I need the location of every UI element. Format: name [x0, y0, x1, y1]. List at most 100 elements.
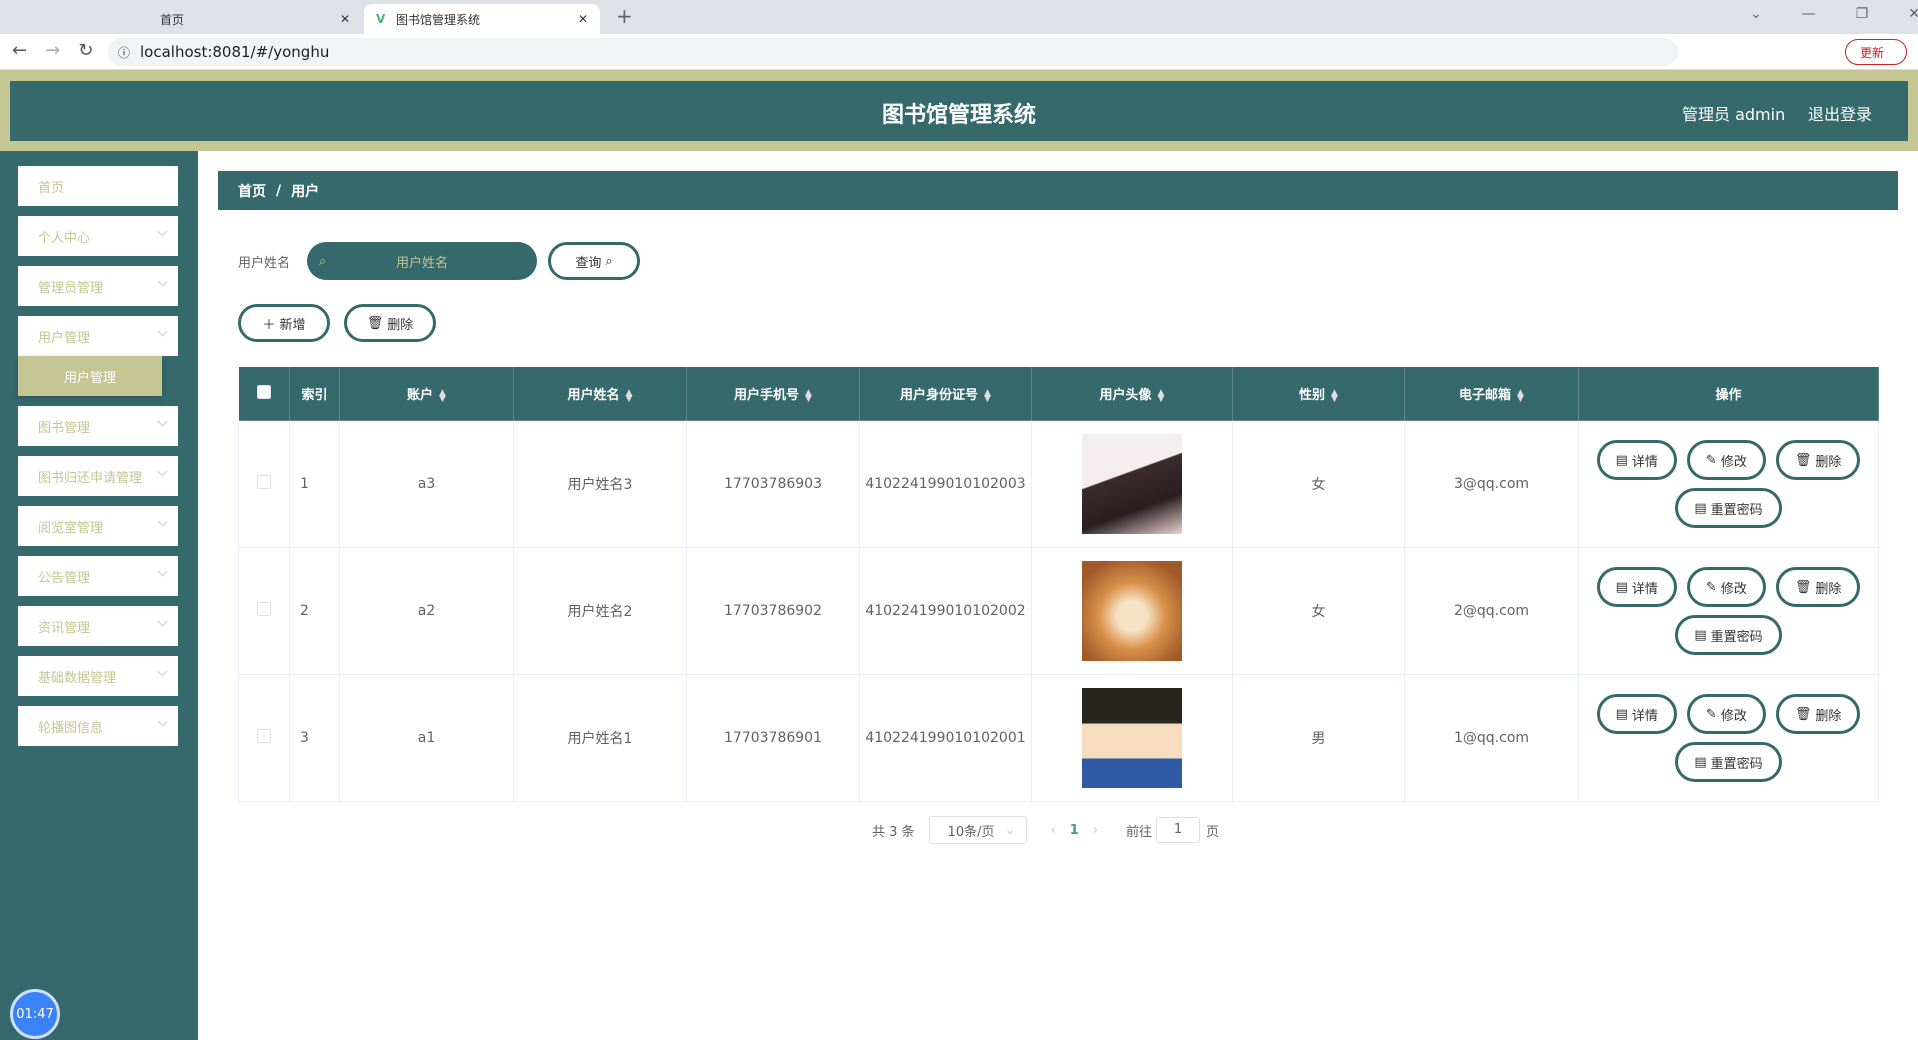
document-icon: ▤ [1694, 627, 1707, 643]
sort-icon: ▲ ▼ [1517, 387, 1524, 404]
cell-account: a3 [339, 420, 514, 548]
cell-index: 2 [289, 547, 340, 675]
col-account[interactable]: 账户 ▲ ▼ [339, 366, 514, 421]
url-input[interactable]: ⓘ localhost:8081/#/yonghu [108, 38, 1678, 66]
prev-page-icon[interactable]: ‹ [1051, 823, 1056, 838]
document-icon: ▤ [1615, 706, 1628, 722]
cell-phone: 17703786901 [686, 674, 860, 802]
cell-phone: 17703786902 [686, 547, 860, 675]
sidebar-item-news[interactable]: 资讯管理 [18, 606, 178, 646]
trash-icon: 🗑 [1794, 452, 1812, 468]
cell-phone: 17703786903 [686, 420, 860, 548]
search-icon: ⌕ [605, 253, 613, 269]
sort-icon: ▲ ▼ [984, 387, 991, 404]
chevron-down-icon [157, 226, 168, 237]
edit-button[interactable]: ✎ 修改 [1686, 440, 1766, 480]
cell-name: 用户姓名3 [513, 420, 687, 548]
col-index: 索引 [289, 366, 340, 421]
plus-icon: ＋ [262, 317, 276, 333]
document-icon: ▤ [1694, 754, 1707, 770]
sidebar-item-reading-room[interactable]: 阅览室管理 [18, 506, 178, 546]
close-icon[interactable]: ✕ [340, 12, 350, 26]
breadcrumb: 首页 / 用户 [218, 171, 1898, 210]
row-delete-button[interactable]: 🗑 删除 [1775, 440, 1861, 480]
sort-icon: ▲ ▼ [1157, 387, 1165, 404]
vue-logo-icon: V [376, 12, 386, 26]
table-row: 1 a3 用户姓名3 17703786903 41022419901010200… [238, 420, 1879, 548]
sidebar-item-books[interactable]: 图书管理 [18, 406, 178, 446]
address-bar: ← → ↻ ⓘ localhost:8081/#/yonghu 更新 [0, 34, 1918, 70]
document-icon: ▤ [1694, 500, 1707, 516]
sidebar-item-notices[interactable]: 公告管理 [18, 556, 178, 596]
close-icon[interactable]: ✕ [578, 12, 588, 26]
sidebar-item-admin[interactable]: 管理员管理 [18, 266, 178, 306]
detail-button[interactable]: ▤ 详情 [1596, 694, 1677, 734]
document-icon: ▤ [1615, 452, 1628, 468]
row-delete-button[interactable]: 🗑 删除 [1775, 694, 1861, 734]
sidebar-item-returns[interactable]: 图书归还申请管理 [18, 456, 178, 496]
reset-password-button[interactable]: ▤ 重置密码 [1675, 488, 1782, 528]
edit-icon: ✎ [1705, 706, 1717, 722]
row-checkbox [257, 729, 271, 743]
goto-page-input[interactable]: 1 [1156, 817, 1201, 843]
col-phone[interactable]: 用户手机号 ▲ ▼ [686, 366, 860, 421]
cell-email: 2@qq.com [1404, 547, 1579, 675]
col-gender[interactable]: 性别 ▲ ▼ [1232, 366, 1405, 421]
total-count: 共 3 条 [872, 824, 915, 840]
reset-password-button[interactable]: ▤ 重置密码 [1675, 742, 1782, 782]
sidebar-item-base-data[interactable]: 基础数据管理 [18, 656, 178, 696]
next-page-icon[interactable]: › [1093, 823, 1098, 838]
search-icon: ⌕ [319, 253, 327, 269]
sidebar-item-home[interactable]: 首页 [18, 166, 178, 206]
edit-button[interactable]: ✎ 修改 [1686, 694, 1766, 734]
chevron-down-icon [157, 666, 168, 677]
search-input[interactable]: ⌕ 用户姓名 [307, 242, 537, 280]
cell-email: 3@qq.com [1404, 420, 1579, 548]
cell-id: 410224199010102001 [859, 674, 1032, 802]
detail-button[interactable]: ▤ 详情 [1596, 567, 1677, 607]
edit-button[interactable]: ✎ 修改 [1686, 567, 1766, 607]
search-label: 用户姓名 [238, 256, 291, 271]
user-label: 管理员 admin [1682, 105, 1786, 124]
breadcrumb-home[interactable]: 首页 [238, 181, 266, 201]
delete-button[interactable]: 🗑 删除 [344, 304, 436, 342]
avatar-image [1082, 688, 1182, 788]
row-checkbox [257, 475, 271, 489]
reset-password-button[interactable]: ▤ 重置密码 [1675, 615, 1782, 655]
sidebar-item-carousel[interactable]: 轮播图信息 [18, 706, 178, 746]
tab-library[interactable]: V 图书馆管理系统 ✕ [364, 4, 600, 34]
cell-gender: 男 [1232, 674, 1405, 802]
detail-button[interactable]: ▤ 详情 [1596, 440, 1677, 480]
col-name[interactable]: 用户姓名 ▲ ▼ [513, 366, 687, 421]
sidebar-item-profile[interactable]: 个人中心 [18, 216, 178, 256]
window-controls[interactable]: ⌄ — ❐ ✕ [1750, 6, 1918, 22]
query-button[interactable]: 查询 ⌕ [548, 242, 640, 280]
sidebar-item-users[interactable]: 用户管理 [18, 316, 178, 356]
new-tab-icon[interactable]: + [616, 4, 633, 28]
col-actions: 操作 [1578, 366, 1879, 421]
cell-email: 1@qq.com [1404, 674, 1579, 802]
nav-buttons[interactable]: ← → ↻ [12, 40, 93, 61]
sort-icon: ▲ ▼ [805, 387, 812, 404]
pagination: 共 3 条 10条/页 ⌄ ‹ 1 › 前往 1 页 [872, 816, 1219, 844]
submenu-user-management[interactable]: 用户管理 [18, 356, 162, 396]
add-button[interactable]: ＋新增 [238, 304, 330, 342]
row-delete-button[interactable]: 🗑 删除 [1775, 567, 1861, 607]
tab-home[interactable]: 首页 ✕ [130, 4, 360, 34]
col-email[interactable]: 电子邮箱 ▲ ▼ [1404, 366, 1579, 421]
page-title: 图书馆管理系统 [881, 103, 1036, 128]
page-1[interactable]: 1 [1070, 823, 1079, 838]
cell-name: 用户姓名1 [513, 674, 687, 802]
users-table: 索引 账户 ▲ ▼ 用户姓名 ▲ ▼ 用户手机号 ▲ ▼ 用户身份证号 ▲ ▼ 用户头像 ▲ ▼ 性… [238, 366, 1879, 802]
chevron-down-icon [157, 566, 168, 577]
col-avatar[interactable]: 用户头像 ▲ ▼ [1031, 366, 1233, 421]
chevron-down-icon [157, 466, 168, 477]
table-row: 2 a2 用户姓名2 17703786902 41022419901010200… [238, 547, 1879, 675]
logout-link[interactable]: 退出登录 [1808, 101, 1872, 125]
trash-icon: 🗑 [1794, 706, 1812, 722]
cell-gender: 女 [1232, 420, 1405, 548]
update-button[interactable]: 更新 [1845, 39, 1907, 65]
page-size-select[interactable]: 10条/页 ⌄ [928, 816, 1027, 844]
col-id[interactable]: 用户身份证号 ▲ ▼ [859, 366, 1032, 421]
trash-icon: 🗑 [1794, 579, 1812, 595]
